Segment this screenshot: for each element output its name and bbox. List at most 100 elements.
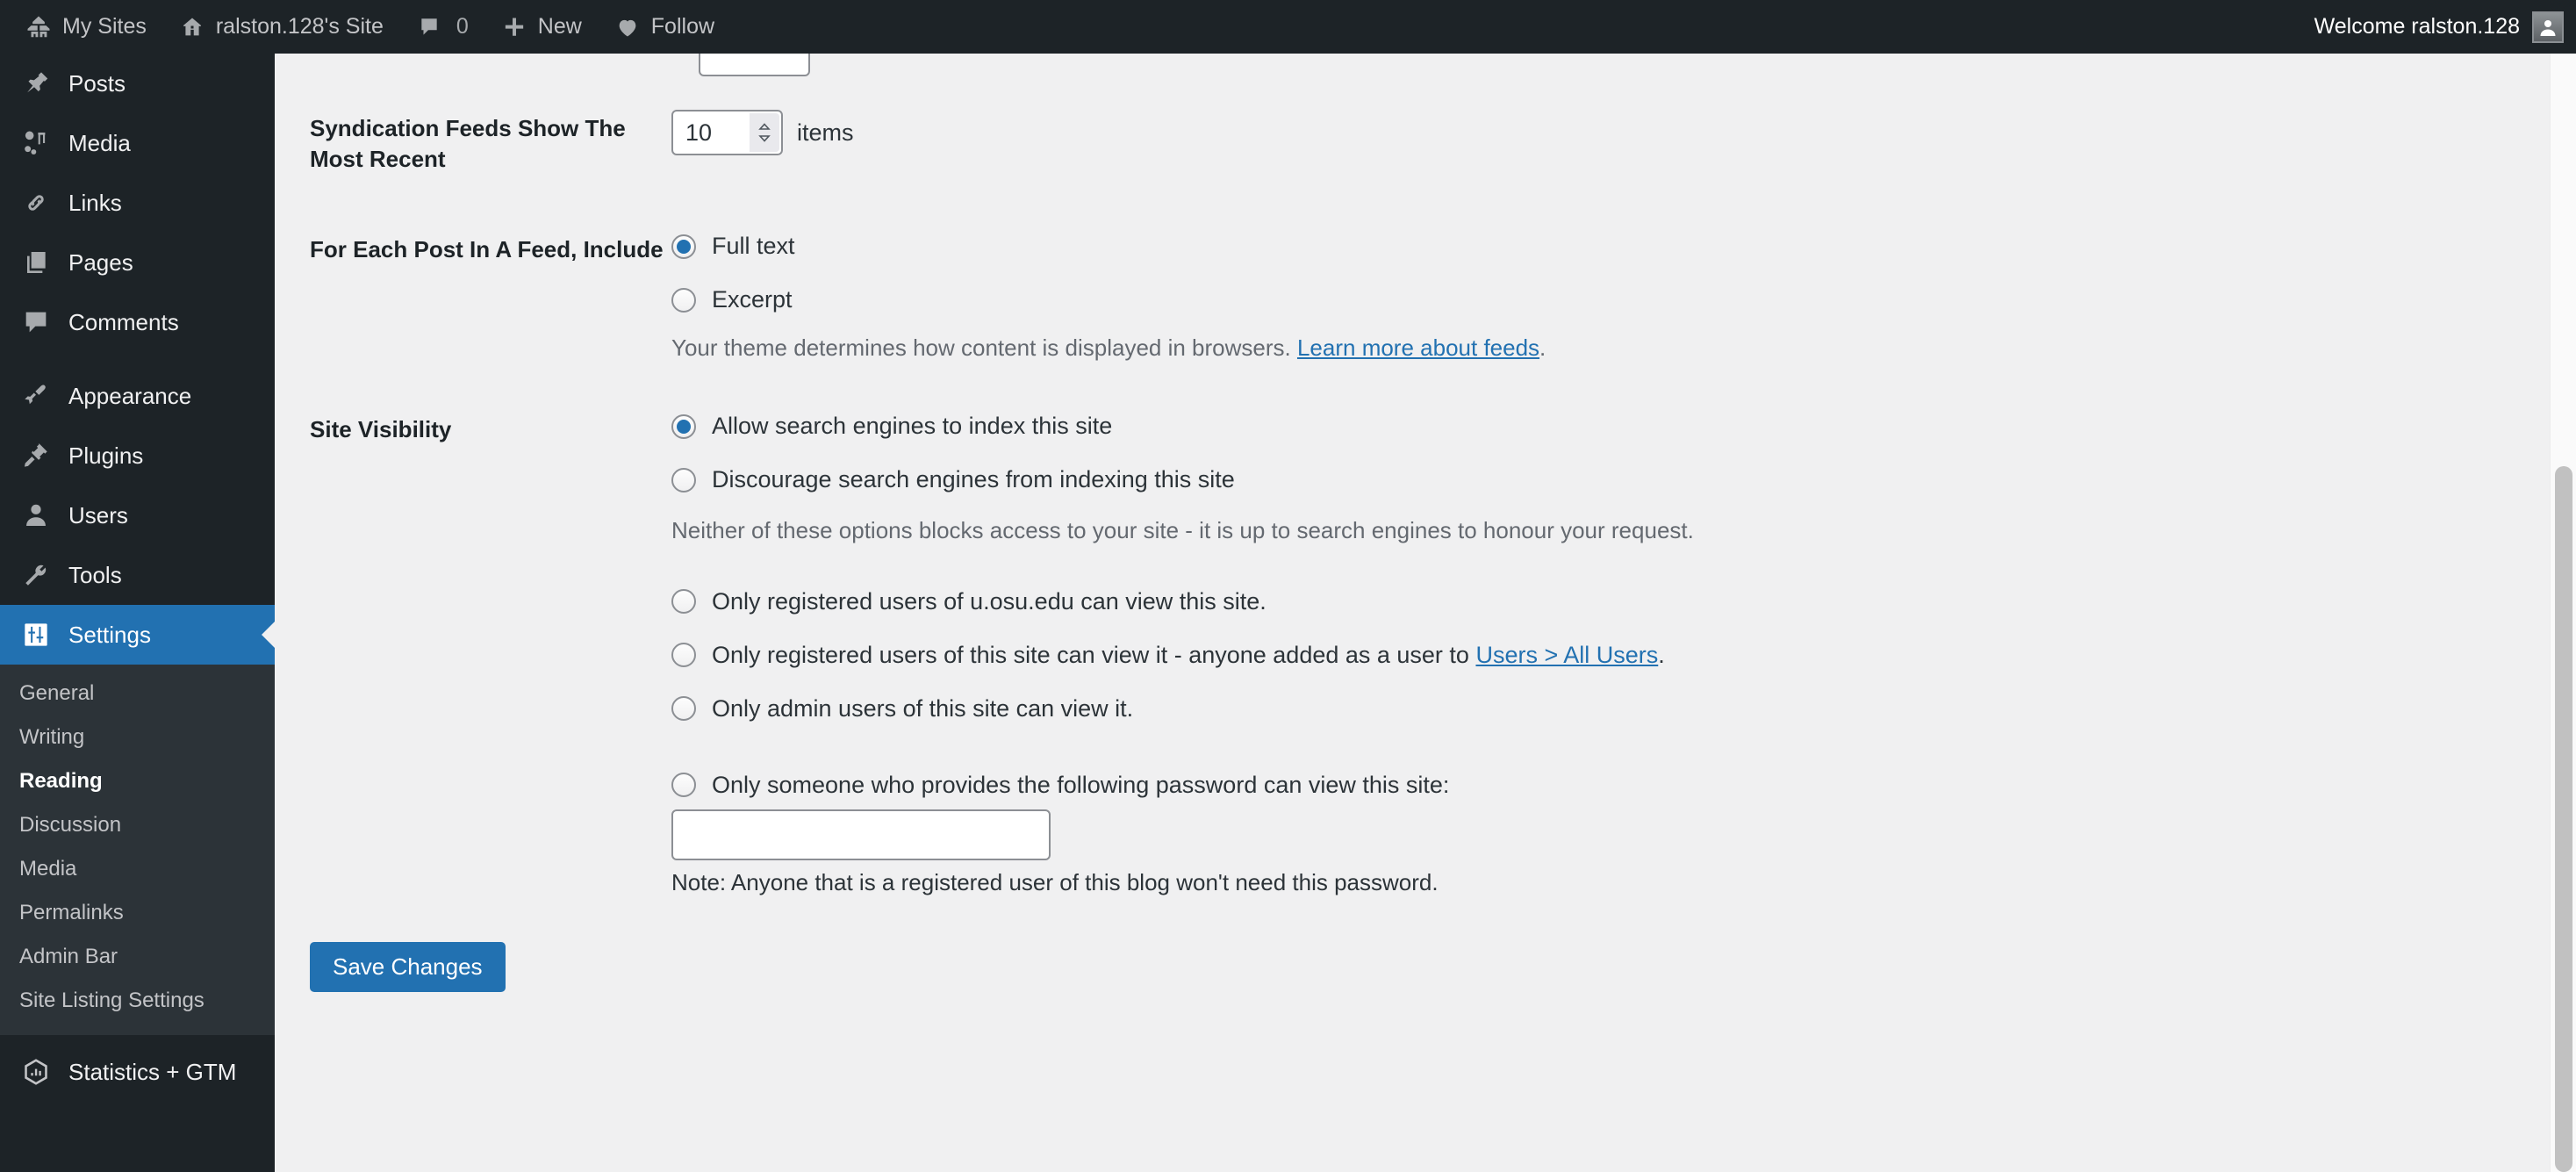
- syndication-feeds-input[interactable]: 10: [671, 110, 783, 155]
- wordpress-sites-icon: [25, 13, 53, 41]
- radio-password-protected-input[interactable]: [671, 773, 696, 798]
- feed-include-description: Your theme determines how content is dis…: [671, 334, 2381, 362]
- settings-submenu: General Writing Reading Discussion Media…: [0, 665, 275, 1035]
- sidebar-item-label: Links: [68, 189, 122, 216]
- syndication-feeds-label: Syndication Feeds Show The Most Recent: [310, 115, 626, 173]
- page-scrollbar-thumb[interactable]: [2555, 466, 2572, 1172]
- sidebar-item-users[interactable]: Users: [0, 485, 275, 545]
- row-syndication-feeds: Syndication Feeds Show The Most Recent 1…: [275, 108, 2381, 175]
- admin-bar-comments[interactable]: 0: [399, 0, 484, 54]
- row-feed-include: For Each Post In A Feed, Include Full te…: [275, 229, 2381, 362]
- home-icon: [178, 13, 206, 41]
- feed-include-label: For Each Post In A Feed, Include: [310, 236, 664, 263]
- submenu-item-writing[interactable]: Writing: [0, 715, 275, 759]
- media-icon: [19, 126, 53, 160]
- radio-allow-search-engines[interactable]: Allow search engines to index this site: [671, 411, 2381, 442]
- plus-icon: [500, 13, 528, 41]
- syndication-feeds-value: 10: [685, 119, 713, 146]
- radio-full-text-label: Full text: [712, 233, 795, 260]
- sidebar-item-media[interactable]: Media: [0, 113, 275, 173]
- sidebar-item-label: Users: [68, 501, 128, 528]
- submenu-item-discussion[interactable]: Discussion: [0, 803, 275, 847]
- admin-bar-welcome-label: Welcome ralston.128: [2314, 14, 2520, 39]
- radio-registered-users-network-input[interactable]: [671, 589, 696, 615]
- admin-bar-my-sites-label: My Sites: [62, 14, 147, 39]
- sidebar-item-label: Settings: [68, 621, 151, 648]
- sidebar-item-label: Pages: [68, 248, 133, 276]
- users-all-users-link[interactable]: Users > All Users: [1475, 642, 1658, 668]
- user-avatar-icon: [2532, 11, 2564, 43]
- submenu-item-site-listing-settings[interactable]: Site Listing Settings: [0, 979, 275, 1023]
- site-visibility-control: Allow search engines to index this site …: [671, 409, 2381, 896]
- radio-discourage-search-engines-input[interactable]: [671, 468, 696, 493]
- sidebar-item-label: Comments: [68, 308, 179, 335]
- radio-full-text[interactable]: Full text: [671, 231, 2381, 262]
- posts-per-page-input-cutoff[interactable]: [699, 54, 810, 76]
- syndication-feeds-control: 10 items: [671, 108, 2381, 155]
- sidebar-item-tools[interactable]: Tools: [0, 545, 275, 605]
- radio-discourage-search-engines-label: Discourage search engines from indexing …: [712, 466, 1235, 493]
- admin-bar-left-group: My Sites ralston.128's Site 0 New Follow: [9, 0, 730, 54]
- radio-registered-users-network[interactable]: Only registered users of u.osu.edu can v…: [671, 586, 2381, 617]
- sidebar-item-plugins[interactable]: Plugins: [0, 426, 275, 485]
- radio-full-text-input[interactable]: [671, 234, 696, 259]
- radio-registered-users-site[interactable]: Only registered users of this site can v…: [671, 640, 2381, 671]
- admin-bar-account[interactable]: Welcome ralston.128: [2299, 0, 2564, 54]
- reading-settings-form: Syndication Feeds Show The Most Recent 1…: [275, 108, 2381, 992]
- radio-registered-users-site-input[interactable]: [671, 643, 696, 668]
- submenu-item-admin-bar[interactable]: Admin Bar: [0, 935, 275, 979]
- feed-include-description-tail: .: [1539, 334, 1546, 362]
- search-engine-note: Neither of these options blocks access t…: [671, 516, 1694, 543]
- radio-allow-search-engines-input[interactable]: [671, 413, 696, 439]
- sidebar-item-label: Posts: [68, 69, 126, 97]
- sidebar-item-label: Appearance: [68, 382, 192, 409]
- admin-sidebar-menu: Posts Media Links Pages Comments Appeara…: [0, 54, 276, 1172]
- admin-bar-comment-count: 0: [456, 14, 469, 39]
- reading-settings-content: Syndication Feeds Show The Most Recent 1…: [275, 54, 2576, 1172]
- radio-excerpt[interactable]: Excerpt: [671, 284, 2381, 315]
- learn-more-about-feeds-link[interactable]: Learn more about feeds: [1297, 334, 1539, 361]
- admin-bar-site-name[interactable]: ralston.128's Site: [162, 0, 399, 54]
- page-scrollbar[interactable]: [2550, 54, 2576, 1172]
- admin-bar-new[interactable]: New: [484, 0, 598, 54]
- admin-bar-follow[interactable]: Follow: [598, 0, 730, 54]
- site-password-note: Note: Anyone that is a registered user o…: [671, 868, 1439, 895]
- row-site-visibility: Site Visibility Allow search engines to …: [275, 409, 2381, 896]
- sidebar-item-links[interactable]: Links: [0, 173, 275, 233]
- syndication-feeds-units: items: [797, 119, 854, 146]
- radio-excerpt-label: Excerpt: [712, 286, 793, 313]
- settings-sliders-icon: [19, 618, 53, 651]
- sidebar-item-comments[interactable]: Comments: [0, 292, 275, 352]
- admin-bar-new-label: New: [537, 14, 582, 39]
- sidebar-item-settings[interactable]: Settings: [0, 605, 276, 665]
- sidebar-item-posts[interactable]: Posts: [0, 54, 275, 113]
- sidebar-item-appearance[interactable]: Appearance: [0, 366, 275, 426]
- radio-registered-users-site-text-before: Only registered users of this site can v…: [712, 641, 1476, 668]
- number-spinner[interactable]: [750, 113, 779, 152]
- sidebar-footer-item-label: Statistics + GTM: [68, 1058, 237, 1085]
- sidebar-item-pages[interactable]: Pages: [0, 233, 275, 292]
- radio-admin-users-only-label: Only admin users of this site can view i…: [712, 694, 1134, 722]
- site-visibility-label: Site Visibility: [310, 416, 452, 443]
- radio-password-protected[interactable]: Only someone who provides the following …: [671, 770, 2381, 801]
- submenu-item-permalinks[interactable]: Permalinks: [0, 891, 275, 935]
- submenu-item-general[interactable]: General: [0, 672, 275, 715]
- admin-bar-my-sites[interactable]: My Sites: [9, 0, 162, 54]
- site-password-input[interactable]: [671, 809, 1051, 860]
- comment-icon: [19, 306, 53, 339]
- heart-icon: [614, 13, 642, 41]
- paintbrush-icon: [19, 379, 53, 413]
- radio-discourage-search-engines[interactable]: Discourage search engines from indexing …: [671, 464, 2381, 495]
- submenu-item-media[interactable]: Media: [0, 847, 275, 891]
- radio-admin-users-only-input[interactable]: [671, 696, 696, 722]
- save-changes-button[interactable]: Save Changes: [310, 941, 506, 992]
- submenu-item-reading[interactable]: Reading: [0, 759, 275, 803]
- admin-bar: My Sites ralston.128's Site 0 New Follow: [0, 0, 2576, 54]
- radio-registered-users-site-label: Only registered users of this site can v…: [712, 640, 1665, 671]
- radio-excerpt-input[interactable]: [671, 287, 696, 313]
- user-icon: [19, 499, 53, 532]
- plug-icon: [19, 439, 53, 472]
- sidebar-item-statistics-gtm[interactable]: Statistics + GTM: [0, 1042, 275, 1102]
- radio-registered-users-network-label: Only registered users of u.osu.edu can v…: [712, 587, 1266, 615]
- radio-admin-users-only[interactable]: Only admin users of this site can view i…: [671, 694, 2381, 724]
